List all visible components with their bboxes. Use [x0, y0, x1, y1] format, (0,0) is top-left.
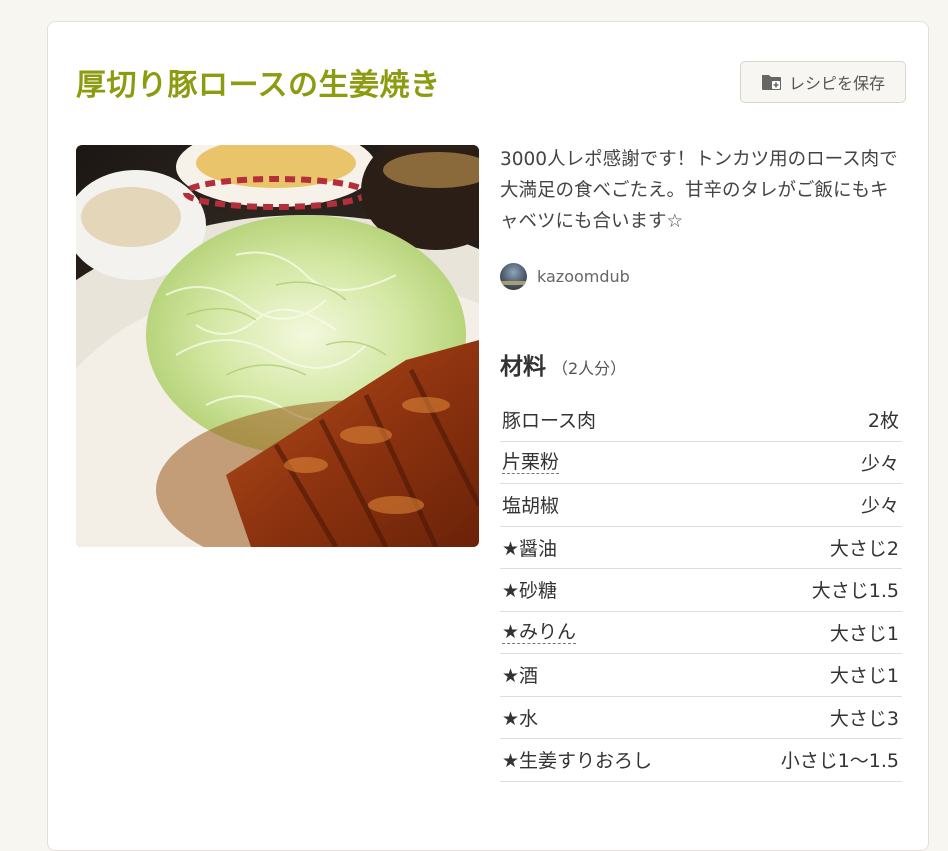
ingredient-name: ★砂糖: [502, 580, 558, 603]
ingredient-name: ★酒: [502, 665, 539, 688]
ingredient-amount: 少々: [860, 452, 899, 475]
ingredient-name-link[interactable]: ★みりん: [502, 621, 577, 644]
ingredient-row: 豚ロース肉 2枚: [500, 399, 902, 442]
ingredient-row: ★みりん 大さじ1: [500, 612, 902, 654]
ingredient-amount: 大さじ3: [829, 707, 899, 730]
ingredients-header: 材料 （2人分）: [500, 347, 626, 381]
ingredient-name-link[interactable]: 片栗粉: [502, 451, 560, 474]
author-link[interactable]: kazoomdub: [500, 263, 630, 290]
recipe-card: 厚切り豚ロースの生姜焼き レシピを保存 3000人レポ感謝です！トンカツ用のロー…: [47, 21, 929, 851]
ingredient-row: ★酒 大さじ1: [500, 654, 902, 697]
ingredient-row: 片栗粉 少々: [500, 442, 902, 484]
save-recipe-button[interactable]: レシピを保存: [740, 61, 906, 103]
ingredient-row: 塩胡椒 少々: [500, 484, 902, 527]
ingredient-row: ★水 大さじ3: [500, 697, 902, 739]
ingredient-amount: 大さじ2: [829, 537, 899, 560]
folder-plus-icon: [761, 72, 783, 92]
ingredients-heading: 材料: [500, 354, 546, 380]
avatar[interactable]: [500, 263, 527, 290]
ingredient-amount: 大さじ1.5: [811, 580, 899, 603]
ingredients-serving: （2人分）: [552, 359, 627, 378]
recipe-title: 厚切り豚ロースの生姜焼き: [76, 68, 441, 103]
ingredient-amount: 2枚: [867, 410, 899, 433]
ingredient-amount: 少々: [860, 495, 899, 518]
author-name[interactable]: kazoomdub: [537, 267, 630, 286]
ingredient-amount: 大さじ1: [829, 665, 899, 688]
ingredient-name: 塩胡椒: [502, 495, 560, 518]
ingredients-list: 豚ロース肉 2枚 片栗粉 少々 塩胡椒 少々 ★醤油 大さじ2 ★砂糖 大さじ1…: [500, 399, 902, 782]
ingredient-row: ★生姜すりおろし 小さじ1〜1.5: [500, 739, 902, 782]
ingredient-name: ★生姜すりおろし: [502, 750, 653, 773]
recipe-photo[interactable]: [76, 145, 479, 547]
ingredient-name: ★醤油: [502, 537, 558, 560]
ingredient-amount: 小さじ1〜1.5: [780, 750, 899, 773]
ingredient-name: ★水: [502, 707, 539, 730]
ingredient-name: 豚ロース肉: [502, 410, 597, 433]
ingredient-row: ★砂糖 大さじ1.5: [500, 569, 902, 612]
ingredient-row: ★醤油 大さじ2: [500, 527, 902, 569]
save-recipe-label: レシピを保存: [788, 74, 885, 93]
recipe-description: 3000人レポ感謝です！トンカツ用のロース肉で大満足の食べごたえ。甘辛のタレがご…: [500, 149, 898, 232]
ingredient-amount: 大さじ1: [829, 622, 899, 645]
